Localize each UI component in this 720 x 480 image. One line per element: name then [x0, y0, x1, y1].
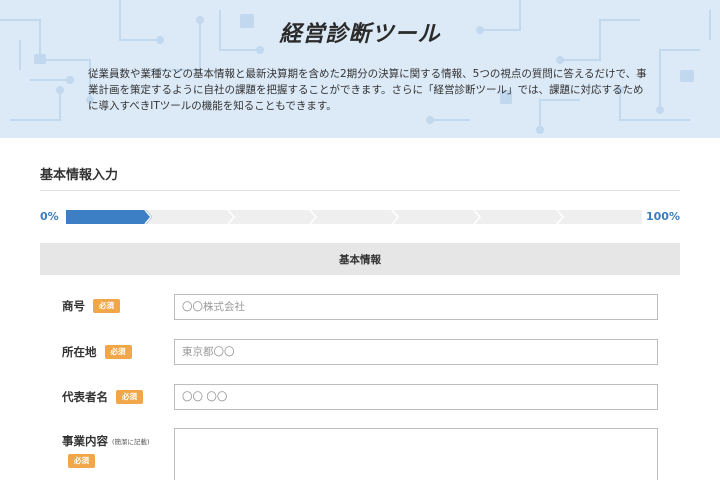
business-required-row: 必須 — [68, 454, 95, 468]
section-title: 基本情報入力 — [40, 168, 119, 183]
business-label: 事業内容 — [62, 434, 108, 448]
progress-step-divider — [473, 210, 481, 224]
required-badge: 必須 — [116, 390, 143, 404]
location-input[interactable] — [174, 339, 658, 365]
business-note: (簡潔に記載) — [112, 438, 150, 446]
business-description-textarea[interactable] — [174, 428, 658, 480]
page-title: 経営診断ツール — [279, 22, 441, 47]
progress-step-divider — [391, 210, 399, 224]
representative-label: 代表者名 — [62, 390, 108, 404]
trade-name-label: 商号 — [62, 299, 85, 313]
business-label-row: 事業内容 (簡潔に記載) — [62, 433, 150, 449]
required-badge: 必須 — [68, 454, 95, 468]
trade-name-input[interactable] — [174, 294, 658, 320]
trade-name-label-row: 商号 必須 — [62, 298, 120, 314]
progress-step-divider — [556, 210, 564, 224]
progress-step-divider — [227, 210, 235, 224]
progress-end-label: 100% — [646, 210, 680, 223]
required-badge: 必須 — [104, 345, 132, 359]
progress-bar — [66, 210, 642, 224]
section-divider — [40, 190, 680, 191]
location-label: 所在地 — [62, 345, 97, 359]
representative-label-row: 代表者名 必須 — [62, 389, 143, 405]
basic-info-band: 基本情報 — [40, 243, 680, 275]
basic-info-band-label: 基本情報 — [339, 253, 381, 266]
hero-banner: 経営診断ツール 従業員数や業種などの基本情報と最新決算期を含めた2期分の決算に関… — [0, 0, 720, 138]
progress-step-divider — [309, 210, 317, 224]
required-badge: 必須 — [93, 299, 120, 313]
progress-step-dividers — [144, 210, 564, 224]
intro-description: 従業員数や業種などの基本情報と最新決算期を含めた2期分の決算に関する情報、5つの… — [88, 68, 647, 112]
location-label-row: 所在地 必須 — [62, 344, 132, 360]
progress-start-label: 0% — [40, 210, 59, 223]
progress-step-divider — [144, 210, 152, 224]
representative-input[interactable] — [174, 384, 658, 410]
